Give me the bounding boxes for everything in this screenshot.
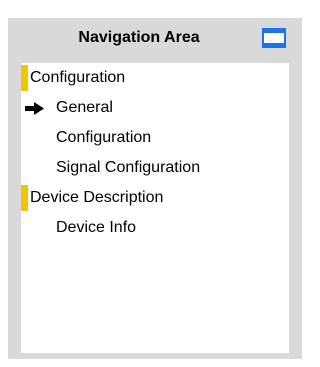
navigation-title: Navigation Area	[78, 29, 200, 46]
nav-section-label: Device Description	[30, 189, 164, 206]
arrow-right-icon	[25, 102, 44, 115]
nav-item-signal-configuration[interactable]: Signal Configuration	[21, 154, 289, 182]
nav-section-configuration[interactable]: Configuration	[21, 64, 289, 92]
window-icon[interactable]	[262, 28, 286, 48]
navigation-header: Navigation Area	[8, 18, 302, 58]
nav-item-device-info[interactable]: Device Info	[21, 214, 289, 242]
nav-item-label: Device Info	[56, 219, 137, 236]
nav-item-configuration[interactable]: Configuration	[21, 124, 289, 152]
nav-item-label: General	[56, 99, 113, 116]
navigation-tree: Configuration General Configuration Sign…	[21, 63, 289, 353]
section-marker	[21, 65, 28, 91]
nav-item-label: Configuration	[56, 129, 152, 146]
section-marker	[21, 185, 28, 211]
nav-section-label: Configuration	[30, 69, 126, 86]
navigation-panel: Navigation Area Configuration General Co…	[8, 18, 302, 359]
nav-item-label: Signal Configuration	[56, 159, 201, 176]
nav-section-device-description[interactable]: Device Description	[21, 184, 289, 212]
nav-item-general[interactable]: General	[21, 94, 289, 122]
